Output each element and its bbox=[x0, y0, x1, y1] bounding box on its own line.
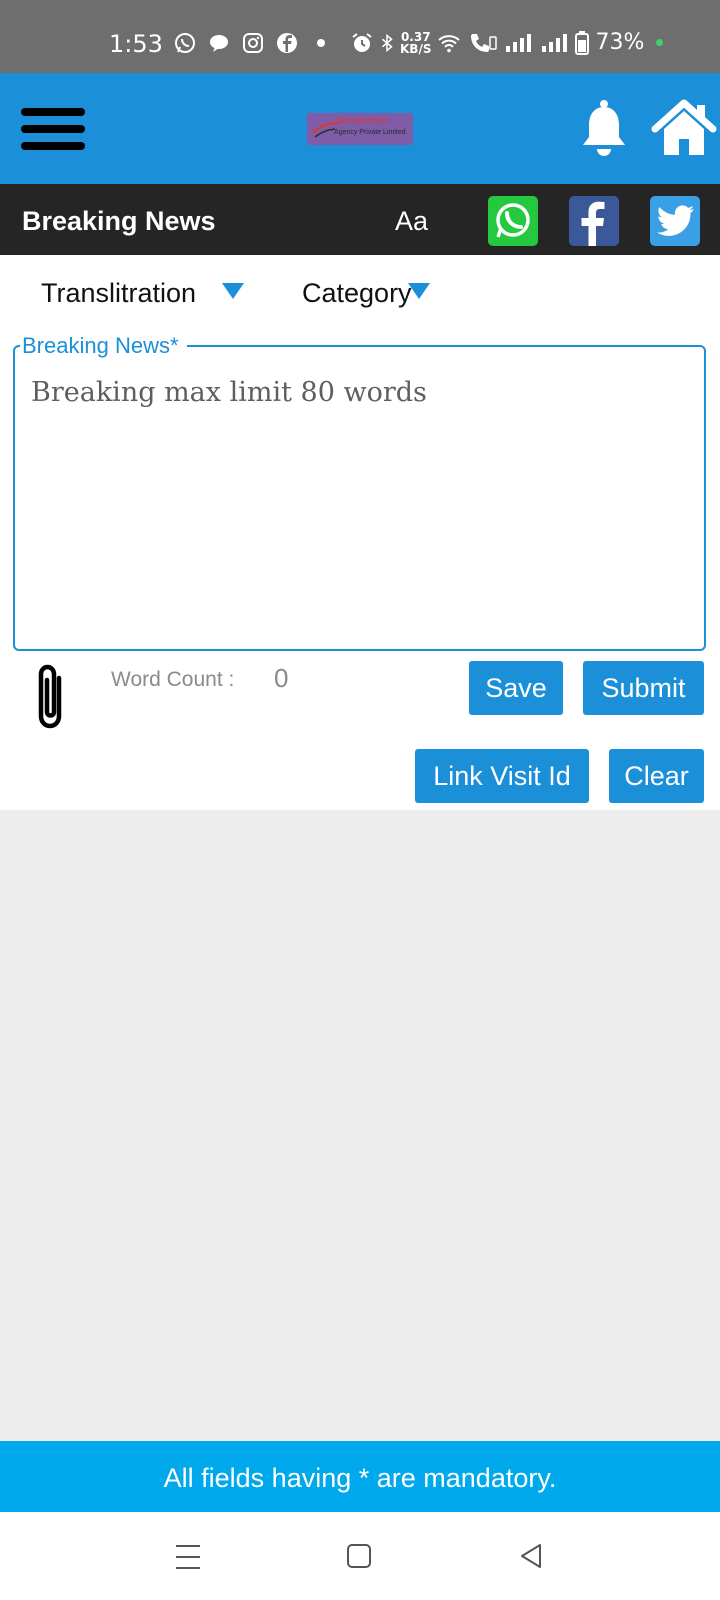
bell-icon[interactable] bbox=[579, 99, 629, 159]
transliteration-dropdown[interactable]: Translitration bbox=[41, 278, 196, 309]
twitter-share-icon[interactable] bbox=[650, 196, 700, 246]
system-nav-bar bbox=[0, 1512, 720, 1600]
field-legend: Breaking News* bbox=[20, 333, 187, 359]
mandatory-notice: All fields having * are mandatory. bbox=[0, 1441, 720, 1512]
facebook-icon bbox=[277, 33, 297, 53]
breaking-news-field: Breaking News* bbox=[13, 333, 706, 651]
chat-icon bbox=[210, 35, 228, 52]
title-bar: Breaking News Aa bbox=[0, 184, 720, 255]
dot-icon bbox=[317, 39, 325, 47]
page-title: Breaking News bbox=[22, 206, 216, 236]
nav-home-icon[interactable] bbox=[339, 1540, 379, 1574]
battery-icon bbox=[575, 30, 590, 55]
alarm-icon bbox=[352, 32, 372, 52]
speed-unit: KB/S bbox=[400, 41, 432, 56]
status-bar: 1:53 0.37 KB/S 73% bbox=[0, 0, 720, 73]
speed-value: 0.37 bbox=[400, 29, 431, 44]
dropdown-arrow-icon[interactable] bbox=[408, 283, 430, 299]
network-speed: 0.37 KB/S bbox=[400, 31, 431, 55]
menu-icon[interactable] bbox=[21, 108, 85, 154]
whatsapp-icon bbox=[175, 33, 195, 53]
clear-button[interactable]: Clear bbox=[609, 749, 704, 803]
privacy-dot-icon bbox=[656, 39, 664, 46]
app-screen: 1:53 0.37 KB/S 73% Samvad News Agency Pr… bbox=[0, 0, 720, 1600]
category-dropdown[interactable]: Category bbox=[302, 278, 412, 309]
save-button[interactable]: Save bbox=[469, 661, 563, 715]
link-visit-id-button[interactable]: Link Visit Id bbox=[415, 749, 589, 803]
back-icon[interactable] bbox=[512, 1540, 552, 1574]
status-time: 1:53 bbox=[109, 30, 163, 58]
facebook-share-icon[interactable] bbox=[569, 196, 619, 246]
instagram-icon bbox=[243, 33, 263, 53]
logo-line2: Agency Private Limited bbox=[334, 129, 406, 136]
breaking-news-textarea[interactable] bbox=[31, 377, 691, 627]
call-icon bbox=[471, 33, 498, 52]
app-header: Samvad News Agency Private Limited bbox=[0, 73, 720, 184]
font-size-toggle[interactable]: Aa bbox=[395, 206, 428, 237]
dropdown-arrow-icon[interactable] bbox=[222, 283, 244, 299]
signal-icon bbox=[542, 33, 568, 52]
recents-icon[interactable] bbox=[168, 1540, 208, 1574]
logo-line1: Samvad News bbox=[337, 116, 389, 125]
bluetooth-icon bbox=[382, 33, 393, 52]
app-logo: Samvad News Agency Private Limited bbox=[307, 113, 413, 145]
notification-icons bbox=[173, 31, 333, 55]
word-count-label: Word Count : bbox=[111, 668, 235, 691]
home-icon[interactable] bbox=[651, 99, 717, 157]
wifi-icon bbox=[438, 34, 461, 52]
submit-button[interactable]: Submit bbox=[583, 661, 704, 715]
attachment-icon[interactable] bbox=[29, 662, 73, 736]
signal-icon bbox=[506, 33, 532, 52]
system-icons: 0.37 KB/S 73% bbox=[350, 30, 664, 55]
battery-percent: 73% bbox=[595, 30, 645, 55]
word-count-value: 0 bbox=[274, 663, 289, 693]
whatsapp-share-icon[interactable] bbox=[488, 196, 538, 246]
form-area: Translitration Category Breaking News* W… bbox=[0, 255, 720, 810]
